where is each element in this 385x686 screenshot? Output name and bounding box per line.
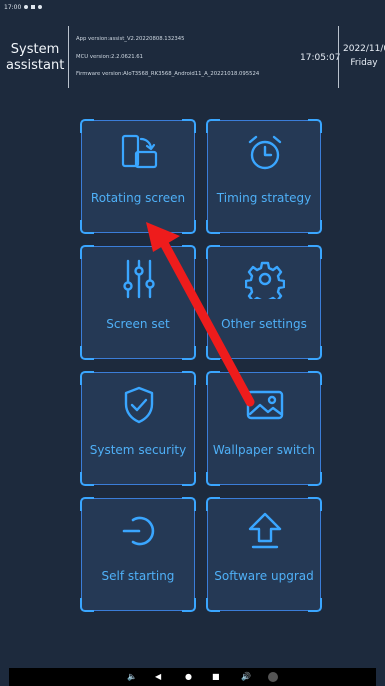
upload-arrow-icon [248,512,282,549]
tile-label: Timing strategy [216,191,312,205]
status-time: 17:00 [4,3,22,11]
notification-icon [24,5,29,9]
tile-label: Software upgrad [214,569,314,583]
divider [338,26,339,88]
tile-label: Rotating screen [90,191,186,205]
date: 2022/11/04 [343,44,385,54]
notification-icon [31,5,36,9]
tile-self-starting[interactable]: Self starting [80,497,196,612]
tile-system-security[interactable]: System security [80,371,196,486]
location-icon [38,5,43,9]
screenshot-icon[interactable] [268,672,278,682]
volume-down-icon[interactable]: 🔈 [127,672,137,682]
status-bar: 17:00 [0,0,385,14]
tile-label: Screen set [106,317,170,331]
sliders-icon [123,259,155,299]
power-start-icon [122,516,155,546]
app-version: App version:assist_V2.20220808.132345 [76,36,185,42]
app-title: System assistant [6,42,65,73]
tile-label: Self starting [101,569,175,583]
tile-timing-strategy[interactable]: Timing strategy [206,119,322,234]
alarm-clock-icon [248,135,282,170]
weekday: Friday [350,58,378,68]
rotate-screen-icon [121,134,158,169]
tile-other-settings[interactable]: Other settings [206,245,322,360]
recents-icon[interactable]: ■ [212,672,220,682]
tile-label: Wallpaper switch [212,443,316,457]
tile-label: Other settings [221,317,307,331]
firmware-version: Firmware version:AIoT3568_RK3568_Android… [76,71,260,77]
gear-icon [245,261,285,299]
image-icon [246,390,284,420]
mcu-version: MCU version:2.2.0621.61 [76,54,144,60]
shield-check-icon [124,386,154,424]
header: System assistant App version:assist_V2.2… [0,18,385,94]
volume-up-icon[interactable]: 🔊 [241,672,251,682]
tile-software-upgrade[interactable]: Software upgrad [206,497,322,612]
system-nav-bar: 🔈 ◀ ● ■ 🔊 [9,668,376,686]
back-icon[interactable]: ◀ [155,672,161,682]
divider [68,26,69,88]
clock-time: 17:05:07 [300,53,341,63]
tile-rotating-screen[interactable]: Rotating screen [80,119,196,234]
tile-wallpaper-switch[interactable]: Wallpaper switch [206,371,322,486]
home-icon[interactable]: ● [185,672,192,682]
tile-label: System security [89,443,187,457]
tile-screen-set[interactable]: Screen set [80,245,196,360]
